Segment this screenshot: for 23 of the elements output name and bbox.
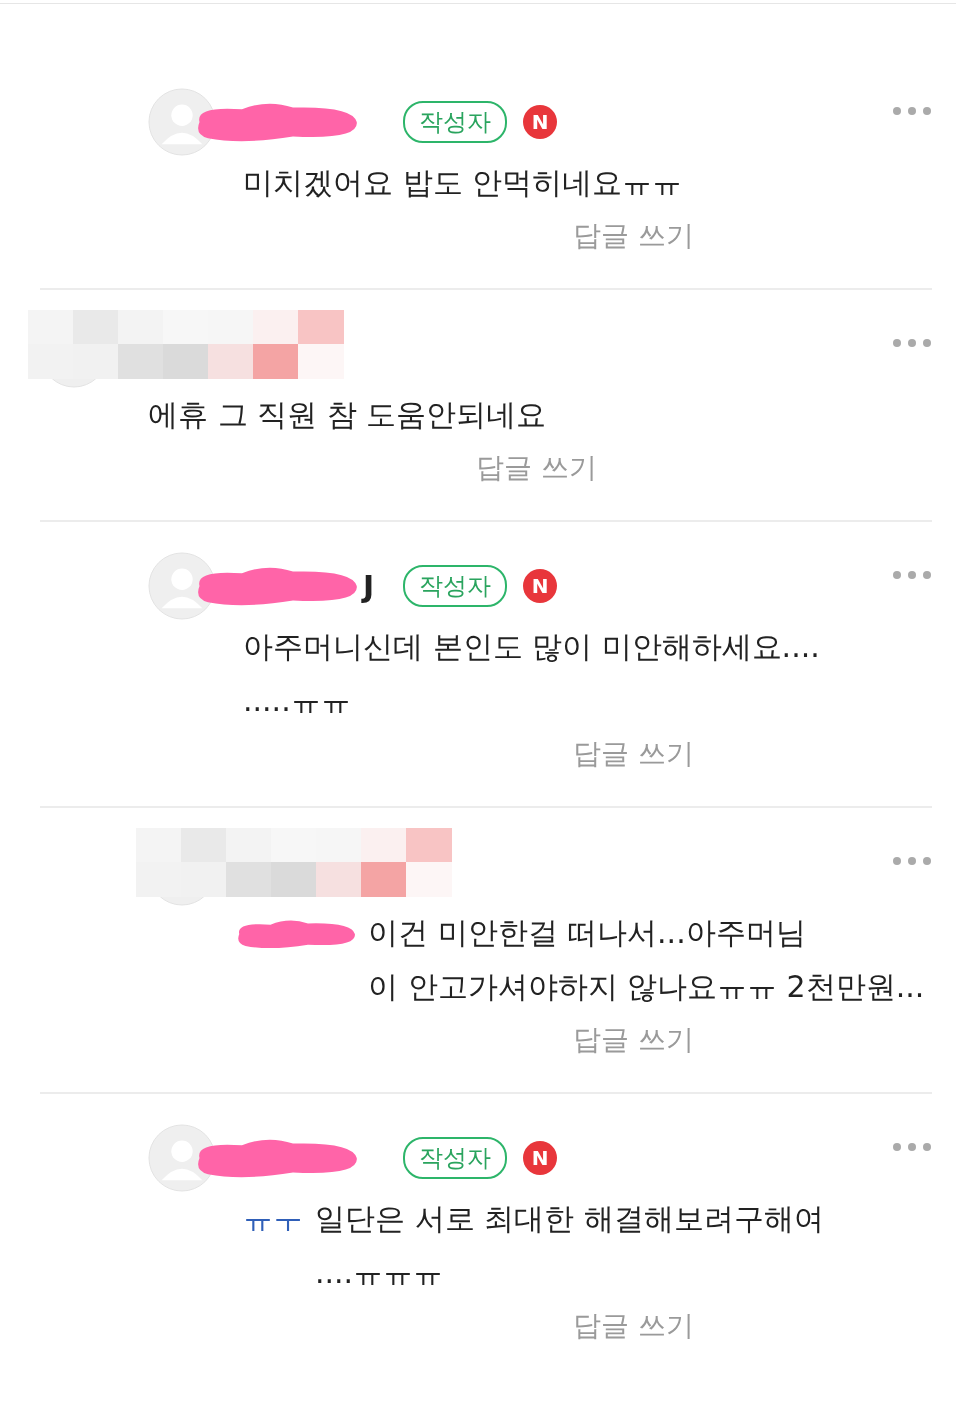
author-badge: 작성자: [403, 565, 507, 607]
more-icon[interactable]: [892, 1142, 932, 1152]
more-icon[interactable]: [892, 856, 932, 866]
new-badge: N: [523, 1141, 557, 1175]
more-icon[interactable]: [892, 570, 932, 580]
comment-text: 아주머니신데 본인도 많이 미안해하세요.... .....ㅠㅠ: [243, 628, 820, 720]
reply-link[interactable]: 답글 쓰기: [476, 449, 597, 487]
comment-text: 이건 미안한걸 떠나서...아주머님 이 안고가셔야하지 않나요ㅠㅠ 2천만원...: [368, 914, 925, 1006]
new-badge: N: [523, 105, 557, 139]
reply-link[interactable]: 답글 쓰기: [573, 1307, 694, 1345]
author-badge: 작성자: [403, 1137, 507, 1179]
more-icon[interactable]: [892, 338, 932, 348]
more-icon[interactable]: [892, 106, 932, 116]
new-badge: N: [523, 569, 557, 603]
reply-link[interactable]: 답글 쓰기: [573, 1021, 694, 1059]
reply-link[interactable]: 답글 쓰기: [573, 217, 694, 255]
reply-link[interactable]: 답글 쓰기: [573, 735, 694, 773]
comment-text: 에휴 그 직원 참 도움안되네요: [148, 396, 547, 434]
author-name: J: [363, 568, 375, 604]
comment-text: 일단은 서로 최대한 해결해보려구해여 ....ㅠㅠㅠ: [315, 1200, 824, 1292]
author-badge: 작성자: [403, 101, 507, 143]
comment-text: 미치겠어요 밥도 안먹히네요ㅠㅠ: [243, 164, 683, 202]
mention-link[interactable]: ㅠㅜ: [243, 1192, 303, 1246]
